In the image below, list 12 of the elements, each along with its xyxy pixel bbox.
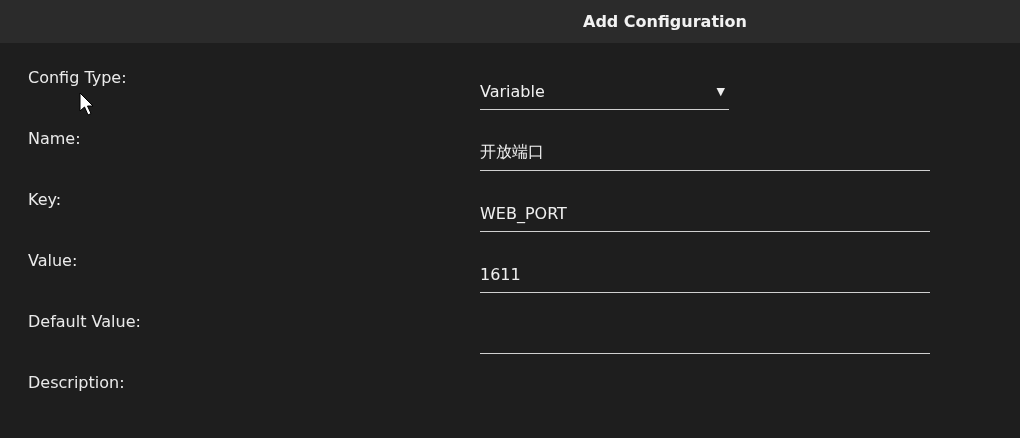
- field-label: Config Type:: [28, 68, 127, 87]
- input-field[interactable]: WEB_PORT: [480, 196, 930, 232]
- cursor-icon: [79, 92, 95, 116]
- field-label: Description:: [28, 373, 125, 392]
- field-label: Name:: [28, 129, 81, 148]
- input-field[interactable]: 1611: [480, 257, 930, 293]
- field-label: Value:: [28, 251, 78, 270]
- config-type-select[interactable]: Variable ▼: [480, 74, 729, 110]
- field-label: Key:: [28, 190, 62, 209]
- input-field[interactable]: 开放端口: [480, 135, 930, 171]
- field-label: Default Value:: [28, 312, 141, 331]
- dialog-title: Add Configuration: [583, 12, 747, 31]
